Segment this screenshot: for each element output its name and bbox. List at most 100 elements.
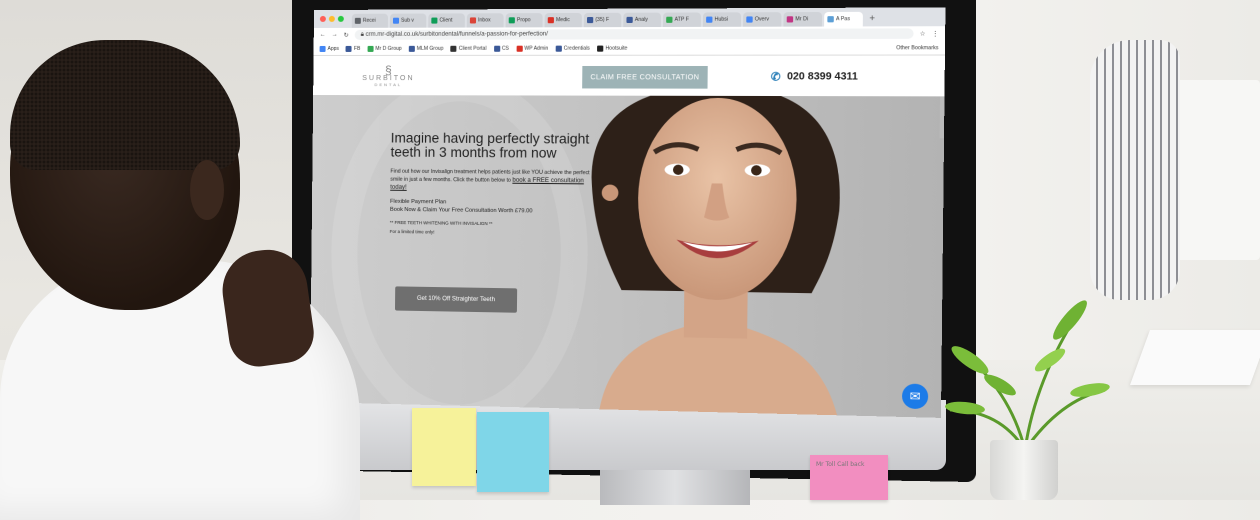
tab-label: A Pas [835,16,851,23]
browser-tab[interactable]: Hubsi [702,12,742,27]
tab-label: Overv [754,16,770,23]
bookmark-item[interactable]: Mr D Group [367,45,402,52]
address-bar-row: ← → ↻ 🔒︎ crm.mr-digital.co.uk/surbitonde… [313,26,946,42]
tab-label: Mr Di [795,16,809,23]
bookmark-item[interactable]: Hootsuite [597,45,628,52]
maximize-dot[interactable] [337,15,344,22]
bookmark-label: Client Portal [458,45,487,52]
bookmark-item[interactable]: FB [345,45,361,52]
tab-label: Propo [516,17,531,24]
tab-label: Client [439,17,453,24]
bookmark-favicon-icon [345,45,352,52]
close-dot[interactable] [319,15,326,22]
browser-tab[interactable]: A Pas [824,11,863,27]
tab-label: ATP F [674,16,690,23]
bookmark-favicon-icon [319,45,326,52]
phone-link[interactable]: ✆ 020 8399 4311 [771,70,858,84]
browser-tab[interactable]: Medic [544,12,582,28]
browser-tab[interactable]: Inbox [466,13,504,28]
notepad [1129,330,1260,385]
potted-plant [945,300,1110,451]
bookmark-item[interactable]: Apps [319,45,339,52]
star-icon[interactable]: ☆ [920,30,926,37]
tab-favicon-icon [392,17,400,24]
claim-consultation-button[interactable]: CLAIM FREE CONSULTATION [582,65,708,89]
back-icon[interactable]: ← [320,32,326,38]
bookmark-favicon-icon [408,45,415,52]
logo-mark-icon: § [385,62,392,78]
plan-line-2: Book Now & Claim Your Free Consultation … [389,206,533,215]
bookmark-favicon-icon [555,45,562,52]
background-person [1090,40,1180,300]
tab-favicon-icon [508,17,515,24]
browser-tab-bar: Recei Sub v Client Inbox Propo Medic (35) F Ana… [313,7,946,28]
bookmark-label: CS [501,45,509,52]
bookmark-favicon-icon [367,45,374,52]
browser-tab[interactable]: (35) F [583,12,622,28]
url-field[interactable]: 🔒︎ crm.mr-digital.co.uk/surbitondental/f… [354,28,914,40]
page-scrollbar[interactable] [939,96,945,139]
tab-favicon-icon [786,16,794,23]
bookmark-item[interactable]: CS [493,45,509,52]
bookmark-label: Hootsuite [605,45,628,52]
tab-label: Inbox [478,17,491,24]
plant-pot [990,440,1058,500]
minimize-dot[interactable] [328,15,335,22]
monitor-stand [600,465,750,505]
bookmark-favicon-icon [450,45,457,52]
browser-tabs: Recei Sub v Client Inbox Propo Medic (35) F Ana… [351,11,863,28]
tab-favicon-icon [547,17,554,24]
menu-icon[interactable]: ⋮ [932,30,939,37]
tab-label: Recei [362,17,376,24]
tab-favicon-icon [469,17,477,24]
whitening-offer: ** FREE TEETH WHITENING WITH INVISALIGN … [389,219,493,227]
tab-favicon-icon [431,17,438,24]
browser-tab[interactable]: Sub v [389,13,427,28]
bookmark-item[interactable]: MLM Group [408,45,444,52]
tab-favicon-icon [626,16,633,24]
other-bookmarks[interactable]: Other Bookmarks [896,45,938,51]
limited-time-note: For a limited time only! [389,228,435,235]
bookmark-label: Credentials [563,45,590,52]
hero-copy: Imagine having perfectly straight teeth … [389,130,595,240]
bookmark-label: WP Admin [524,45,549,52]
browser-tab[interactable]: Analy [623,12,662,28]
bookmark-label: Mr D Group [375,45,402,52]
bookmark-item[interactable]: Client Portal [450,45,487,52]
messenger-chat-icon[interactable]: ✉ [901,383,929,410]
browser-tab[interactable]: Recei [351,13,389,28]
forward-icon[interactable]: → [332,32,338,38]
bookmark-item[interactable]: Credentials [555,45,590,52]
browser-tab[interactable]: Mr Di [783,12,823,27]
tab-favicon-icon [706,16,713,23]
browser-tab[interactable]: Client [428,13,465,28]
bookmark-label: FB [353,45,361,52]
sticky-note-yellow [412,408,476,486]
bookmark-label: MLM Group [416,45,444,52]
bookmark-label: Apps [327,45,339,52]
tab-label: Analy [634,16,648,23]
person-ear [190,160,224,220]
bookmark-item[interactable]: WP Admin [516,45,549,52]
tab-favicon-icon [746,16,753,23]
tab-favicon-icon [666,16,673,23]
sticky-note-text: Mr Toll Call back [816,461,865,468]
bookmark-favicon-icon [516,45,523,52]
window-controls[interactable] [319,15,344,22]
new-tab-button[interactable]: + [869,13,875,23]
payment-plan: Flexible Payment Plan Book Now & Claim Y… [390,198,594,216]
reload-icon[interactable]: ↻ [344,31,349,38]
browser-tab[interactable]: ATP F [662,12,701,27]
tab-label: Hubsi [714,16,729,23]
smiling-woman-photo [590,95,841,416]
discount-button[interactable]: Get 10% Off Straighter Teeth [394,286,518,313]
sticky-note-pink: Mr Toll Call back [810,455,888,500]
browser-tab[interactable]: Overv [743,12,782,27]
tab-label: Medic [555,17,570,24]
hero-headline: Imagine having perfectly straight teeth … [390,130,590,161]
browser-tab[interactable]: Propo [505,13,543,28]
bookmarks-bar: Apps FB Mr D Group MLM Group Client Portal CS… [313,40,946,56]
tab-favicon-icon [354,17,361,24]
sticky-note-blue [477,412,549,492]
monitor-screen: Recei Sub v Client Inbox Propo Medic (35) F Ana… [309,7,946,418]
